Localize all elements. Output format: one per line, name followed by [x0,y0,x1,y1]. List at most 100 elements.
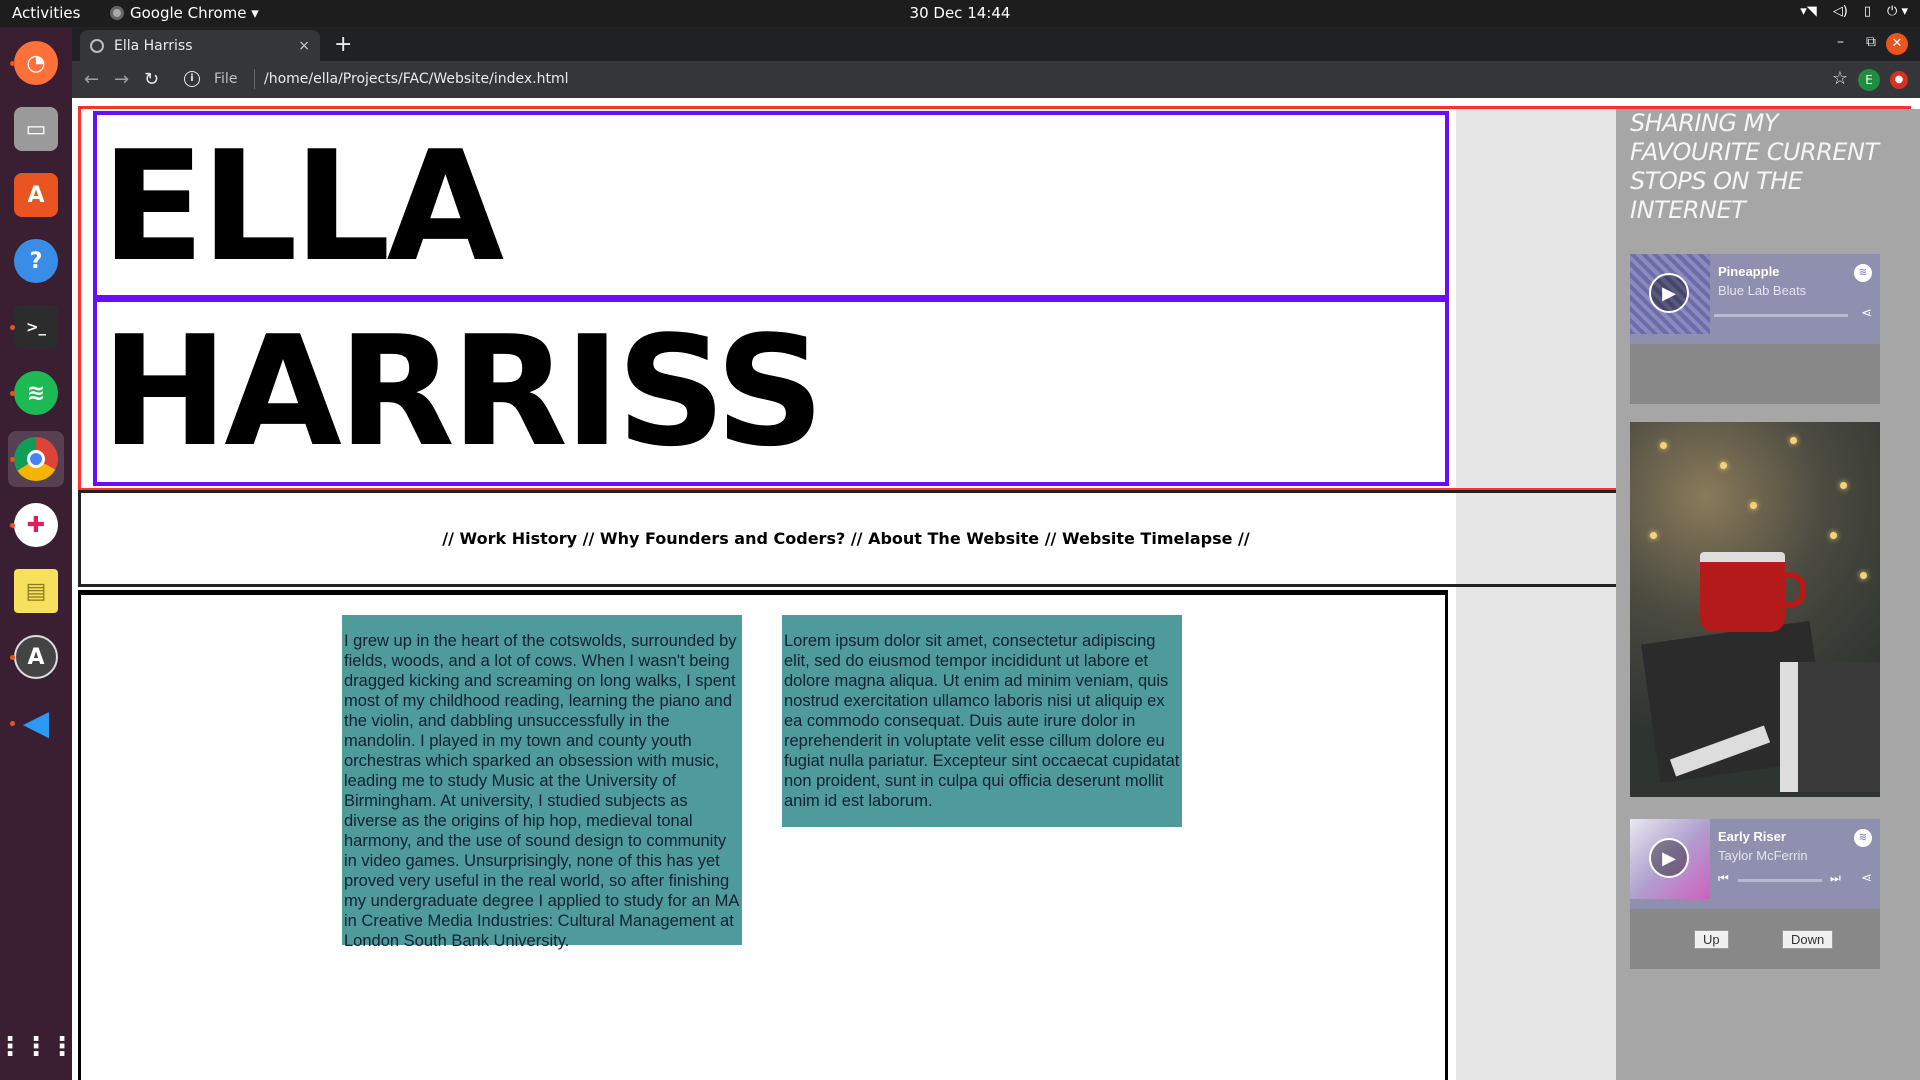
dock-spotify[interactable]: ≋ [8,365,64,421]
back-icon[interactable]: ← [84,69,99,90]
spotify-logo-icon: ≋ [1854,264,1872,282]
favourites-panel: SHARING MY FAVOURITE CURRENT STOPS ON TH… [1616,109,1920,1080]
running-indicator [10,325,15,330]
tab-strip: Ella Harriss × + – ⧉ ✕ [72,27,1920,61]
running-indicator [10,61,15,66]
up-button[interactable]: Up [1694,930,1729,949]
spotify-embed-2[interactable]: ▶ Early Riser Taylor McFerrin ≋ ⏮ ⏭ ⋖ [1630,819,1880,969]
bokeh-light [1840,482,1847,489]
notes-icon: ▤ [14,569,58,613]
bokeh-light [1860,572,1867,579]
dock-notes[interactable]: ▤ [8,563,64,619]
running-indicator [10,655,15,660]
dock-updater[interactable]: A [8,629,64,685]
url-scheme[interactable]: File [214,71,237,87]
progress-bar[interactable] [1714,314,1848,317]
name-first: ELLA [101,118,504,295]
terminal-icon: >_ [14,305,58,349]
bokeh-light [1650,532,1657,539]
clock[interactable]: 30 Dec 14:44 [0,4,1920,22]
dock-software[interactable]: A [8,167,64,223]
power-icon: ⏻ ▾ [1887,4,1908,19]
bokeh-light [1720,462,1727,469]
minimize-icon[interactable]: – [1837,34,1844,50]
running-indicator [10,721,15,726]
down-button[interactable]: Down [1782,930,1834,949]
play-icon[interactable]: ▶ [1649,838,1689,878]
restore-icon[interactable]: ⧉ [1866,34,1876,50]
share-icon[interactable]: ⋖ [1861,306,1872,321]
tab-title: Ella Harriss [114,37,193,54]
forward-icon[interactable]: → [114,69,129,90]
reload-icon[interactable]: ↻ [144,69,159,90]
bio-card: I grew up in the heart of the cotswolds,… [342,615,742,950]
dock-firefox[interactable]: ◔ [8,35,64,91]
url-separator [254,69,255,89]
name-line-1-box: ELLA [93,111,1449,299]
dock-chrome[interactable] [8,431,64,487]
page-viewport: ELLA HARRISS // Work History // Why Foun… [72,98,1920,1080]
track-title: Pineapple [1718,264,1780,279]
files-icon: ▭ [14,107,58,151]
running-indicator [10,523,15,528]
name-last: HARRISS [101,303,825,480]
name-line-2-box: HARRISS [93,298,1449,486]
next-track-icon[interactable]: ⏭ [1830,871,1841,886]
embed-footer [1630,344,1880,404]
close-tab-icon[interactable]: × [298,38,310,54]
embed-footer [1630,909,1880,969]
system-top-bar: Activities Google Chrome ▾ 30 Dec 14:44 … [0,0,1920,27]
lorem-card: Lorem ipsum dolor sit amet, consectetur … [782,615,1182,827]
dock-slack[interactable]: ✚ [8,497,64,553]
volume-icon: ◁) [1832,4,1848,19]
mug-handle [1780,572,1806,608]
favourites-heading: SHARING MY FAVOURITE CURRENT STOPS ON TH… [1630,109,1879,224]
address-bar[interactable]: /home/ella/Projects/FAC/Website/index.ht… [264,71,568,87]
dock: ◔ ▭ A ? >_ ≋ ✚ ▤ A ◀ ⋮⋮⋮ [0,27,75,1080]
show-apps-button[interactable]: ⋮⋮⋮ [0,1019,75,1075]
bokeh-light [1750,502,1757,509]
firefox-icon: ◔ [14,41,58,85]
bokeh-light [1790,437,1797,444]
browser-window: Ella Harriss × + – ⧉ ✕ ← → ↻ i File /hom… [72,27,1920,1080]
gift-box [1780,662,1880,792]
updater-icon: A [14,635,58,679]
bookmark-star-icon[interactable]: ☆ [1832,68,1848,89]
running-indicator [10,391,15,396]
progress-bar[interactable] [1738,879,1822,882]
red-mug [1700,552,1785,632]
phone-icon: ▯ [1863,4,1872,19]
play-icon[interactable]: ▶ [1649,273,1689,313]
globe-icon [90,38,104,53]
bokeh-light [1830,532,1837,539]
software-icon: A [14,173,58,217]
slack-icon: ✚ [14,503,58,547]
system-tray[interactable]: ▾◥ ◁) ▯ ⏻ ▾ [1800,4,1908,19]
main-content: I grew up in the heart of the cotswolds,… [78,590,1448,1080]
info-icon[interactable]: i [184,71,200,87]
profile-avatar[interactable]: E [1858,69,1880,91]
extension-icon[interactable]: ● [1890,71,1908,89]
previous-track-icon[interactable]: ⏮ [1718,871,1729,886]
site-nav[interactable]: // Work History // Why Founders and Code… [81,529,1611,548]
tab-ella-harriss[interactable]: Ella Harriss × [80,30,320,61]
help-icon: ? [14,239,58,283]
close-window-icon[interactable]: ✕ [1886,33,1908,55]
wifi-icon: ▾◥ [1800,4,1817,19]
dock-files[interactable]: ▭ [8,101,64,157]
spotify-embed-1[interactable]: ▶ Pineapple Blue Lab Beats ≋ ⋖ [1630,254,1880,404]
spotify-icon: ≋ [14,371,58,415]
christmas-mug-photo [1630,422,1880,797]
share-icon[interactable]: ⋖ [1861,871,1872,886]
dock-vscode[interactable]: ◀ [8,695,64,751]
dock-terminal[interactable]: >_ [8,299,64,355]
track-artist: Blue Lab Beats [1718,283,1807,298]
new-tab-button[interactable]: + [334,32,352,57]
vscode-icon: ◀ [22,703,50,743]
browser-toolbar: ← → ↻ i File /home/ella/Projects/FAC/Web… [72,61,1920,98]
running-indicator [10,457,15,462]
dock-help[interactable]: ? [8,233,64,289]
chrome-icon [14,437,58,481]
spotify-logo-icon: ≋ [1854,829,1872,847]
track-title: Early Riser [1718,829,1786,844]
